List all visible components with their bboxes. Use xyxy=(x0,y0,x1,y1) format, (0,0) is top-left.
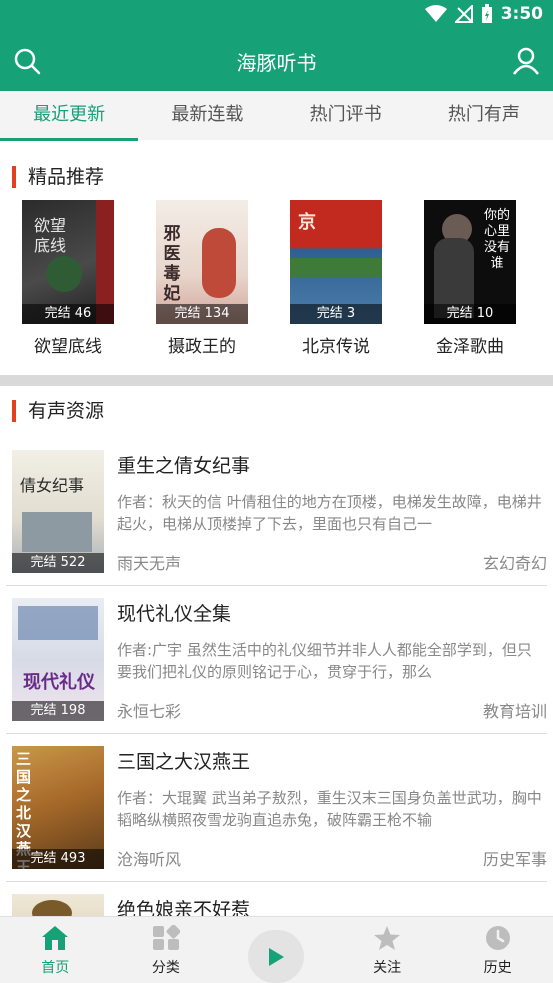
book-title: 北京传说 xyxy=(302,337,370,357)
star-icon xyxy=(374,926,401,950)
audio-category: 历史军事 xyxy=(482,850,547,869)
nav-category[interactable]: 分类 xyxy=(111,917,222,983)
status-badge: 完结 10 xyxy=(424,304,516,324)
status-time: 3:50 xyxy=(500,4,543,24)
book-cover: 现代礼仪 完结 198 xyxy=(12,598,104,721)
status-icons: 3:50 xyxy=(424,4,543,24)
app-title: 海豚听书 xyxy=(236,51,317,75)
recommended-list: 欲望底线 完结 46 欲望底线 邪医毒妃 完结 134 摄政王的 京 完结 3 … xyxy=(0,200,553,357)
recommended-item[interactable]: 欲望底线 完结 46 欲望底线 xyxy=(2,200,134,357)
recommended-item[interactable]: 邪医毒妃 完结 134 摄政王的 xyxy=(136,200,268,357)
nav-home[interactable]: 首页 xyxy=(0,917,111,983)
audio-category: 教育培训 xyxy=(482,702,547,721)
status-badge: 完结 46 xyxy=(22,304,114,324)
tab-bar: 最近更新 最新连载 热门评书 热门有声 xyxy=(0,91,553,141)
recommended-item[interactable]: 京 完结 3 北京传说 xyxy=(270,200,402,357)
home-icon xyxy=(42,926,69,950)
book-cover: 倩女纪事 完结 522 xyxy=(12,450,104,573)
user-icon[interactable] xyxy=(511,46,541,76)
tab-hot-audio[interactable]: 热门有声 xyxy=(415,91,553,140)
cover-title: 邪医毒妃 xyxy=(163,224,181,304)
cover-title: 京 xyxy=(298,212,316,233)
section-header-recommended: 精品推荐 xyxy=(12,166,104,188)
book-cover: 京 完结 3 xyxy=(290,200,382,324)
cover-title: 欲望底线 xyxy=(33,216,66,255)
nav-follow[interactable]: 关注 xyxy=(332,917,443,983)
battery-icon xyxy=(481,4,492,23)
audio-description: 作者:广宇 虽然生活中的礼仪细节并非人人都能全部学到，但只要我们把礼仪的原则铭记… xyxy=(117,641,532,681)
nav-label: 首页 xyxy=(41,960,70,976)
nav-label: 分类 xyxy=(151,960,180,976)
audio-list: 倩女纪事 完结 522 重生之倩女纪事 作者：秋天的信 叶倩租住的地方在顶楼，电… xyxy=(0,438,553,983)
nav-label: 关注 xyxy=(373,960,402,976)
audio-category: 玄幻奇幻 xyxy=(482,554,547,573)
status-badge: 完结 134 xyxy=(156,304,248,324)
book-title: 欲望底线 xyxy=(34,337,102,357)
status-badge: 完结 3 xyxy=(290,304,382,324)
audio-narrator: 永恒七彩 xyxy=(117,702,182,721)
bottom-navigation: 首页 分类 关注 历史 xyxy=(0,916,553,983)
list-item[interactable]: 现代礼仪 完结 198 现代礼仪全集 作者:广宇 虽然生活中的礼仪细节并非人人都… xyxy=(6,586,547,734)
history-icon xyxy=(485,926,510,950)
recommended-item[interactable]: 你的心里没有谁 完结 10 金泽歌曲 xyxy=(404,200,536,357)
status-badge: 完结 522 xyxy=(12,553,104,573)
no-signal-icon xyxy=(454,5,473,23)
tab-hot-storytelling[interactable]: 热门评书 xyxy=(277,91,415,140)
book-cover: 三国之北汉燕王 完结 493 xyxy=(12,746,104,869)
cover-title: 倩女纪事 xyxy=(20,476,85,495)
play-icon xyxy=(269,947,285,966)
section-header-audio: 有声资源 xyxy=(12,400,104,422)
audio-title: 现代礼仪全集 xyxy=(117,603,232,625)
audio-title: 重生之倩女纪事 xyxy=(117,455,251,477)
status-badge: 完结 198 xyxy=(12,701,104,721)
play-button[interactable] xyxy=(248,930,305,983)
nav-play[interactable] xyxy=(221,917,332,983)
audio-description: 作者：大琨翼 武当弟子敖烈，重生汉末三国身负盖世武功，胸中韬略纵横照夜雪龙驹直追… xyxy=(117,789,542,829)
book-cover: 邪医毒妃 完结 134 xyxy=(156,200,248,324)
nav-history[interactable]: 历史 xyxy=(442,917,553,983)
audio-narrator: 雨天无声 xyxy=(117,554,182,573)
book-title: 摄政王的 xyxy=(168,337,236,357)
audio-description: 作者：秋天的信 叶倩租住的地方在顶楼，电梯发生故障，电梯井起火，电梯从顶楼掉了下… xyxy=(117,493,542,533)
status-badge: 完结 493 xyxy=(12,849,104,869)
tab-new-serials[interactable]: 最新连载 xyxy=(138,91,276,140)
status-bar: 3:50 xyxy=(0,0,553,30)
nav-label: 历史 xyxy=(483,960,512,976)
list-item[interactable]: 倩女纪事 完结 522 重生之倩女纪事 作者：秋天的信 叶倩租住的地方在顶楼，电… xyxy=(6,438,547,586)
book-cover: 欲望底线 完结 46 xyxy=(22,200,114,324)
list-item[interactable]: 三国之北汉燕王 完结 493 三国之大汉燕王 作者：大琨翼 武当弟子敖烈，重生汉… xyxy=(6,734,547,882)
section-divider xyxy=(0,375,553,386)
app-bar: 海豚听书 xyxy=(0,30,553,91)
book-cover: 你的心里没有谁 完结 10 xyxy=(424,200,516,324)
cover-title: 你的心里没有谁 xyxy=(483,208,510,271)
wifi-icon xyxy=(424,5,447,22)
book-title: 金泽歌曲 xyxy=(436,337,504,357)
audio-title: 三国之大汉燕王 xyxy=(117,751,251,773)
cover-title: 现代礼仪 xyxy=(23,672,95,693)
tab-recent-updates[interactable]: 最近更新 xyxy=(0,91,139,141)
audio-narrator: 沧海听风 xyxy=(117,850,182,869)
category-icon xyxy=(152,925,180,950)
